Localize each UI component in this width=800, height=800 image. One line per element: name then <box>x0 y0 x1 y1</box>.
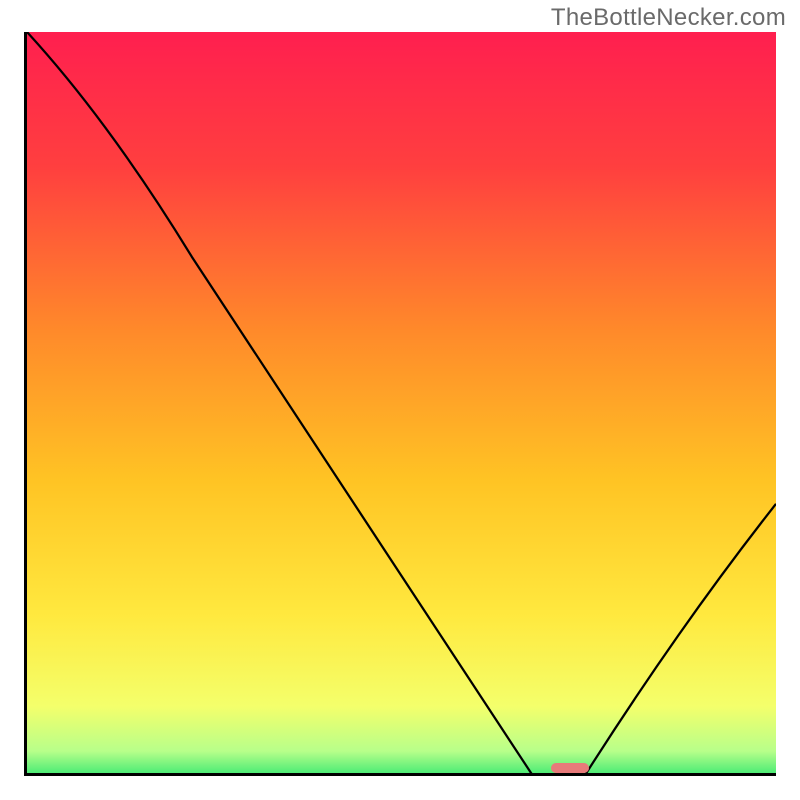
plot-area <box>24 32 776 776</box>
curve-line <box>27 32 776 776</box>
bottleneck-marker <box>551 763 588 773</box>
watermark-label: TheBottleNecker.com <box>551 4 786 32</box>
bottleneck-chart: TheBottleNecker.com <box>0 0 800 800</box>
